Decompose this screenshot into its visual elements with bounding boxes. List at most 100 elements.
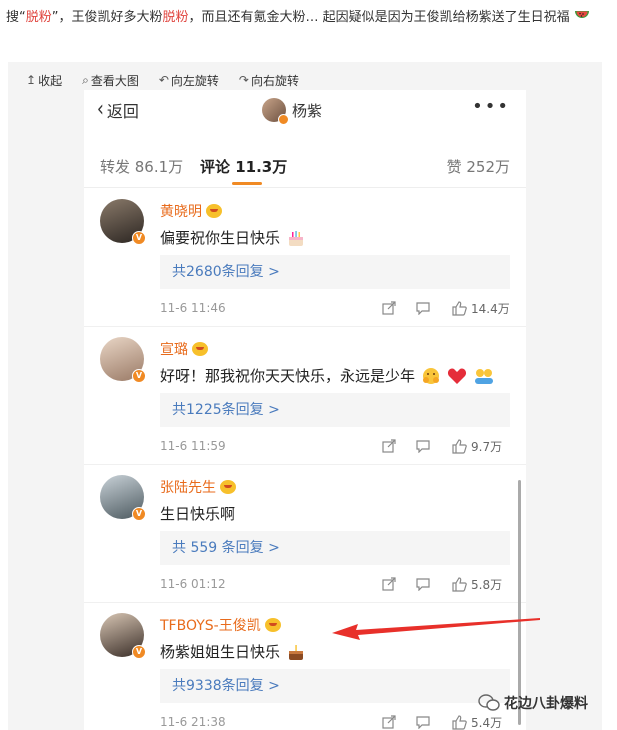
reply-count-link[interactable]: 共9338条回复 > <box>160 669 510 703</box>
share-icon[interactable] <box>382 715 396 729</box>
commenter-name[interactable]: 张陆先生 <box>160 477 236 497</box>
intro-text-2: ”，王俊凯好多大粉 <box>51 10 163 25</box>
comment-icon[interactable] <box>416 577 430 591</box>
tab-comments[interactable]: 评论 11.3万 <box>200 156 287 177</box>
vip-badge-icon <box>206 204 222 218</box>
intro-text-3: ，而且还有氪金大粉… 起因疑似是因为王俊凯给杨紫送了生日祝福 <box>188 10 570 25</box>
birthday-cake-icon <box>289 230 304 246</box>
like-button[interactable]: 5.4万 <box>452 714 502 730</box>
red-heart-icon <box>447 368 467 384</box>
scrollbar[interactable] <box>518 480 521 725</box>
commenter-name-text: 张陆先生 <box>160 480 216 496</box>
reply-count-link[interactable]: 共2680条回复 > <box>160 255 510 289</box>
share-icon[interactable] <box>382 439 396 453</box>
vip-badge-icon <box>220 480 236 494</box>
intro-highlight-2: 脱粉 <box>162 10 189 25</box>
comment-text: 杨紫姐姐生日快乐 <box>160 641 306 662</box>
comment-text: 好呀！那我祝你天天快乐，永远是少年 <box>160 365 495 386</box>
verified-badge-icon: V <box>132 231 146 245</box>
comment-footer: 11-6 11:46 14.4万 <box>160 301 510 317</box>
verified-badge-icon: V <box>132 369 146 383</box>
watermelon-icon <box>574 11 589 18</box>
like-button[interactable]: 9.7万 <box>452 438 502 455</box>
vip-badge-icon <box>192 342 208 356</box>
comment-icon[interactable] <box>416 301 430 315</box>
thumbs-up-icon <box>452 301 467 316</box>
back-button[interactable]: ‹ 返回 <box>96 98 139 122</box>
intro-highlight-1: 脱粉 <box>25 10 52 25</box>
chevron-left-icon: ‹ <box>96 97 104 122</box>
rotate-left-label: 向左旋转 <box>170 73 219 88</box>
comment-text-content: 偏要祝你生日快乐 <box>160 229 281 247</box>
comment-text-content: 杨紫姐姐生日快乐 <box>160 643 281 661</box>
avatar <box>262 98 289 125</box>
avatar[interactable]: V <box>100 475 146 521</box>
share-icon[interactable] <box>382 577 396 591</box>
collapse-label: 收起 <box>38 73 63 88</box>
comment-icon[interactable] <box>416 715 430 729</box>
reply-count-link[interactable]: 共1225条回复 > <box>160 393 510 427</box>
red-arrow-annotation <box>332 618 540 640</box>
share-icon[interactable] <box>382 301 396 315</box>
like-count: 9.7万 <box>471 440 503 454</box>
verified-badge-icon <box>278 114 289 125</box>
rotate-right-button[interactable]: ↷ 向右旋转 <box>239 72 299 88</box>
commenter-name-text: 宣璐 <box>160 342 188 358</box>
avatar[interactable]: V <box>100 199 146 245</box>
thumbs-up-icon <box>452 715 467 730</box>
list-item: V 黄晓明 偏要祝你生日快乐 共2680条回复 > 11-6 11:46 14.… <box>84 189 526 327</box>
like-count: 14.4万 <box>471 302 510 316</box>
commenter-name-text: TFBOYS-王俊凯 <box>160 618 261 634</box>
list-item: V 张陆先生 生日快乐啊 共 559 条回复 > 11-6 01:12 5.8万 <box>84 465 526 603</box>
comment-footer: 11-6 11:59 9.7万 <box>160 439 510 455</box>
verified-badge-icon: V <box>132 507 146 521</box>
birthday-cake-icon <box>289 644 304 660</box>
like-count: 5.8万 <box>471 578 503 592</box>
like-button[interactable]: 14.4万 <box>452 300 510 317</box>
avatar[interactable]: V <box>100 613 146 659</box>
commenter-name[interactable]: TFBOYS-王俊凯 <box>160 615 281 635</box>
reply-count-link[interactable]: 共 559 条回复 > <box>160 531 510 565</box>
comment-text-content: 好呀！那我祝你天天快乐，永远是少年 <box>160 367 416 385</box>
vip-badge-icon <box>264 618 281 632</box>
comment-text: 偏要祝你生日快乐 <box>160 227 306 248</box>
avatar[interactable]: V <box>100 337 146 383</box>
comment-icon[interactable] <box>416 439 430 453</box>
magnifier-icon: ⌕ <box>82 72 89 87</box>
top-bar: ‹ 返回 杨紫 ••• <box>84 90 526 134</box>
commenter-name-text: 黄晓明 <box>160 204 202 220</box>
more-options-icon[interactable]: ••• <box>472 96 510 117</box>
watermark-text: 花边八卦爆料 <box>504 696 588 712</box>
intro-text-1: 搜“ <box>6 10 26 25</box>
collapse-button[interactable]: ↥ 收起 <box>26 72 62 88</box>
comment-time: 11-6 11:46 <box>160 301 226 315</box>
thumbs-up-icon <box>452 439 467 454</box>
rotate-left-button[interactable]: ↶ 向左旋转 <box>159 72 219 88</box>
back-label: 返回 <box>106 102 139 121</box>
comment-time: 11-6 01:12 <box>160 577 226 591</box>
list-item: V 宣璐 好呀！那我祝你天天快乐，永远是少年 共1225条回复 > 11-6 1… <box>84 327 526 465</box>
active-tab-indicator <box>232 182 262 185</box>
comment-time: 11-6 21:38 <box>160 715 226 729</box>
view-large-label: 查看大图 <box>90 73 139 88</box>
comment-time: 11-6 11:59 <box>160 439 226 453</box>
hugging-people-icon <box>475 368 494 384</box>
commenter-name[interactable]: 黄晓明 <box>160 201 222 221</box>
thumbs-up-icon <box>452 577 467 592</box>
comment-text-content: 生日快乐啊 <box>160 505 236 523</box>
viewer-toolbar: ↥ 收起 ⌕ 查看大图 ↶ 向左旋转 ↷ 向右旋转 <box>26 72 299 88</box>
tab-reposts[interactable]: 转发 86.1万 <box>100 156 183 177</box>
verified-badge-icon: V <box>132 645 146 659</box>
like-button[interactable]: 5.8万 <box>452 576 502 593</box>
rotate-left-icon: ↶ <box>158 73 169 87</box>
tab-likes[interactable]: 赞 252万 <box>447 156 510 177</box>
view-large-button[interactable]: ⌕ 查看大图 <box>82 72 139 88</box>
post-author[interactable]: 杨紫 <box>262 98 323 125</box>
comment-footer: 11-6 01:12 5.8万 <box>160 577 510 593</box>
hug-face-icon <box>423 367 440 384</box>
rotate-right-label: 向右旋转 <box>250 73 299 88</box>
author-name: 杨紫 <box>292 101 323 120</box>
commenter-name[interactable]: 宣璐 <box>160 339 208 359</box>
comment-text: 生日快乐啊 <box>160 503 235 524</box>
article-text: 搜“脱粉”，王俊凯好多大粉脱粉，而且还有氪金大粉… 起因疑似是因为王俊凯给杨紫送… <box>6 6 610 29</box>
